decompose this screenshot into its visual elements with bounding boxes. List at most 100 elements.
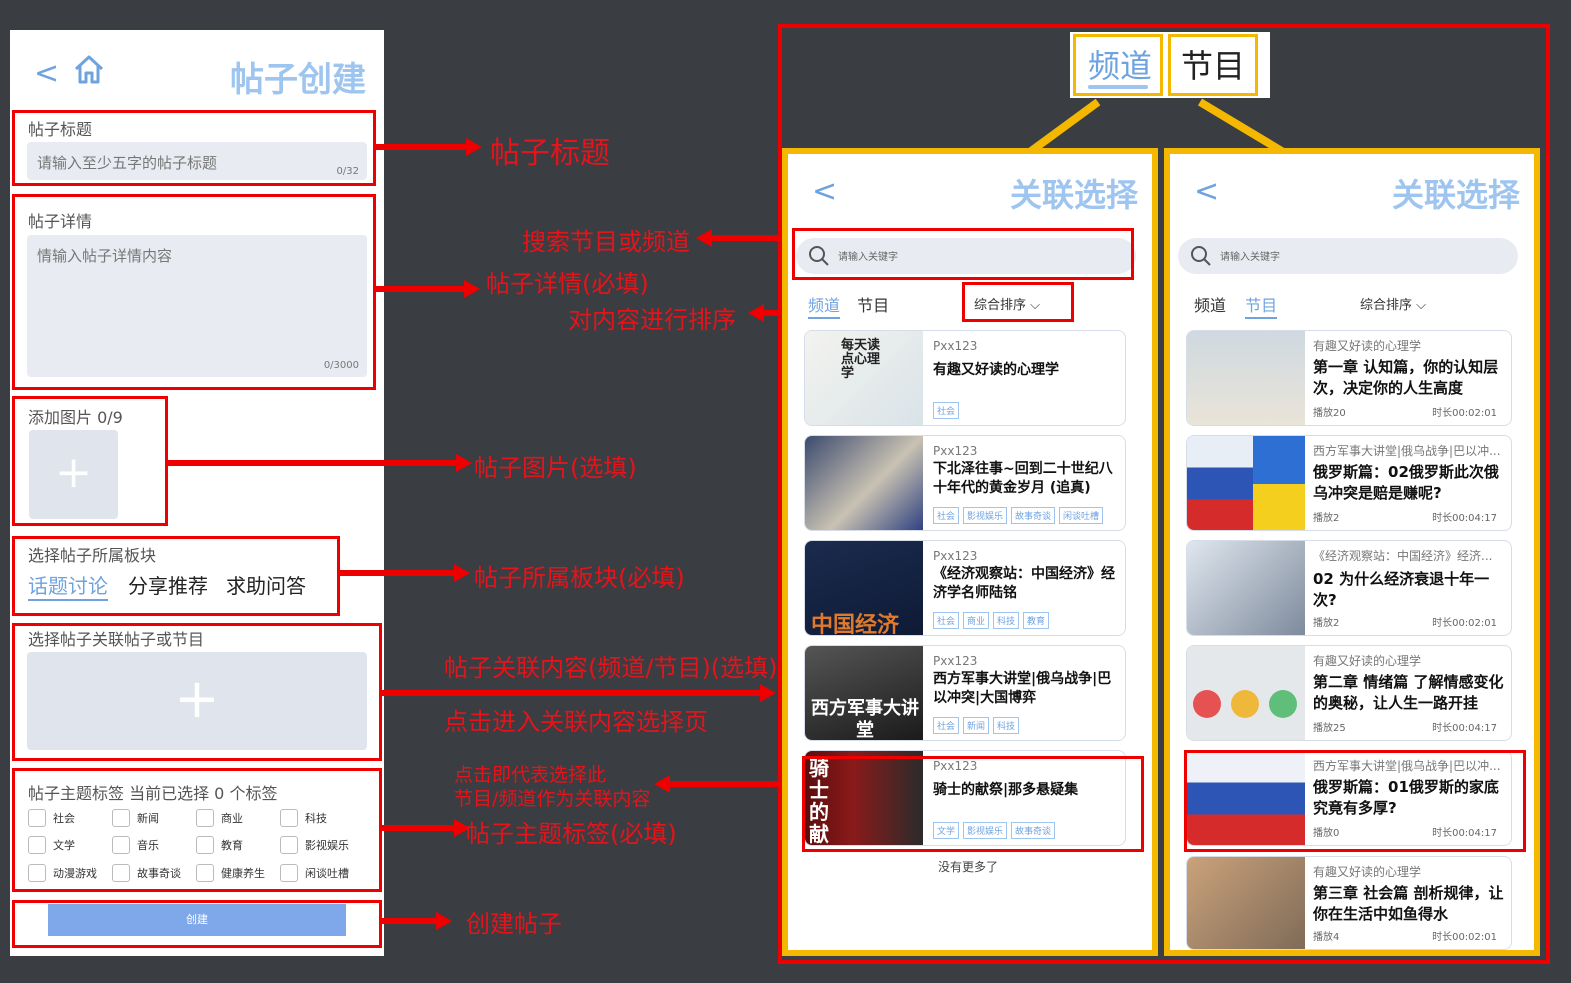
arrow-line	[382, 825, 456, 831]
annotation-post-title: 帖子标题	[490, 136, 610, 171]
program-duration: 时长00:04:17	[1432, 723, 1497, 734]
neutral-face-icon	[1231, 690, 1259, 718]
program-plays: 播放4	[1313, 932, 1340, 943]
sad-face-icon	[1193, 690, 1221, 718]
program-card[interactable]: 《经济观察站：中国经济》经济... 02 为什么经济衰退十年一次? 播放2 时长…	[1186, 540, 1512, 636]
tab-channel-label: 频道	[1088, 47, 1153, 85]
content-tabs: 频道 节目	[1194, 292, 1278, 319]
program-title: 俄罗斯篇：02俄罗斯此次俄乌冲突是赔是赚呢?	[1313, 463, 1499, 502]
channel-thumbnail: 中国经济	[805, 541, 923, 636]
arrow-head	[466, 138, 482, 156]
channel-card[interactable]: Pxx123 下北泽往事~回到二十世纪八十年代的黄金岁月 (追真) 社会 影视娱乐…	[804, 435, 1126, 531]
program-thumbnail	[1187, 857, 1305, 949]
annotation-sort: 对内容进行排序	[568, 306, 736, 334]
highlight-program-item	[1184, 750, 1526, 852]
tab-channel[interactable]: 频道	[1073, 34, 1163, 96]
highlight-tags	[12, 768, 382, 892]
channel-tags: 社会 影视娱乐 故事奇谈 闲谈吐槽	[933, 507, 1104, 524]
tab-underline	[1088, 85, 1148, 89]
tab-channel-inner[interactable]: 频道	[1194, 296, 1226, 315]
back-icon[interactable]: <	[1194, 174, 1219, 209]
program-card[interactable]: 有趣又好读的心理学 第二章 情绪篇 了解情感变化的奥秘，让人生一路开挂 播放25…	[1186, 645, 1512, 741]
search-placeholder: 请输入关键字	[1220, 252, 1280, 263]
highlight-title	[12, 110, 376, 186]
annotation-post-related: 帖子关联内容(频道/节目)(选填)	[444, 654, 778, 682]
channel-card[interactable]: 每天读点心理学 Pxx123 有趣又好读的心理学 社会	[804, 330, 1126, 426]
highlight-image	[12, 396, 168, 526]
thumb-text: 中国经济	[811, 613, 900, 636]
program-plays: 播放25	[1313, 723, 1346, 734]
tab-program[interactable]: 节目	[1168, 34, 1258, 96]
happy-face-icon	[1269, 690, 1297, 718]
program-plays: 播放2	[1313, 618, 1340, 629]
annotation-post-tags: 帖子主题标签(必填)	[466, 820, 677, 848]
channel-card[interactable]: 西方军事大讲堂 Pxx123 西方军事大讲堂|俄乌战争|巴以冲突|大国博弈 社会…	[804, 645, 1126, 741]
program-screen-title: 关联选择	[1391, 176, 1520, 214]
arrow-head	[454, 564, 470, 582]
channel-author: Pxx123	[933, 549, 978, 563]
program-duration: 时长00:04:17	[1432, 513, 1497, 524]
arrow-head	[464, 280, 480, 298]
program-plays: 播放20	[1313, 408, 1346, 419]
thumb-text: 西方军事大讲堂	[811, 698, 919, 741]
channel-thumbnail	[805, 436, 923, 530]
back-icon[interactable]: <	[34, 56, 59, 91]
program-channel: 西方军事大讲堂|俄乌战争|巴以冲...	[1313, 444, 1501, 458]
arrow-head	[456, 454, 472, 472]
channel-author: Pxx123	[933, 444, 978, 458]
program-channel: 有趣又好读的心理学	[1313, 339, 1422, 353]
channel-thumbnail: 每天读点心理学	[805, 331, 923, 425]
sort-dropdown[interactable]: 综合排序 ⌵	[1360, 294, 1426, 313]
channel-title: 西方军事大讲堂|俄乌战争|巴以冲突|大国博弈	[933, 671, 1112, 706]
channel-author: Pxx123	[933, 654, 978, 668]
program-channel: 《经济观察站：中国经济》经济...	[1313, 549, 1493, 563]
channel-thumbnail: 西方军事大讲堂	[805, 646, 923, 741]
program-thumbnail	[1187, 646, 1305, 740]
channel-author: Pxx123	[933, 339, 978, 353]
program-card[interactable]: 西方军事大讲堂|俄乌战争|巴以冲... 俄罗斯篇：02俄罗斯此次俄乌冲突是赔是赚…	[1186, 435, 1512, 531]
thumb-text: 每天读点心理学	[841, 338, 881, 381]
flag-overlay	[1253, 436, 1305, 530]
program-channel: 有趣又好读的心理学	[1313, 654, 1422, 668]
page-title: 帖子创建	[230, 60, 366, 100]
program-thumbnail	[1187, 436, 1305, 530]
search-icon	[1191, 246, 1211, 266]
program-card[interactable]: 有趣又好读的心理学 第三章 社会篇 剖析规律，让你在生活中如鱼得水 播放4 时长…	[1186, 856, 1512, 950]
list-footer: 没有更多了	[938, 860, 999, 874]
channel-title: 有趣又好读的心理学	[933, 362, 1059, 378]
annotation-post-section: 帖子所属板块(必填)	[474, 564, 685, 592]
program-card[interactable]: 有趣又好读的心理学 第一章 认知篇，你的认知层次，决定你的人生高度 播放20 时…	[1186, 330, 1512, 426]
annotation-select-1: 点击即代表选择此	[454, 764, 607, 786]
arrow-line	[376, 144, 468, 150]
program-title: 02 为什么经济衰退十年一次?	[1313, 570, 1490, 609]
channel-card[interactable]: 中国经济 Pxx123 《经济观察站：中国经济》经济学名师陆铭 社会 商业 科技 教育	[804, 540, 1126, 636]
content-tabs: 频道 节目	[808, 292, 889, 319]
highlight-detail	[12, 194, 376, 390]
channel-title: 下北泽往事~回到二十世纪八十年代的黄金岁月 (追真)	[933, 461, 1113, 496]
program-duration: 时长00:02:01	[1432, 932, 1497, 943]
highlight-section	[12, 536, 340, 616]
tab-program-label: 节目	[1181, 47, 1246, 85]
home-icon[interactable]	[72, 52, 106, 90]
program-thumbnail	[1187, 331, 1305, 425]
tab-program-inner[interactable]: 节目	[857, 296, 889, 315]
channel-tags: 社会 新闻 科技	[933, 717, 1020, 734]
highlight-search	[792, 228, 1134, 280]
back-icon[interactable]: <	[812, 174, 837, 209]
search-input[interactable]: 请输入关键字	[1178, 238, 1518, 274]
arrow-line	[376, 286, 466, 292]
channel-tags: 社会	[933, 402, 960, 419]
tab-program-inner[interactable]: 节目	[1245, 296, 1278, 319]
tab-channel-inner[interactable]: 频道	[808, 296, 841, 319]
arrow-line	[382, 690, 762, 696]
program-duration: 时长00:02:01	[1432, 408, 1497, 419]
program-title: 第二章 情绪篇 了解情感变化的奥秘，让人生一路开挂	[1313, 673, 1504, 712]
channel-screen-title: 关联选择	[1009, 176, 1138, 214]
arrow-head	[760, 684, 776, 702]
arrow-line	[382, 918, 438, 924]
arrow-head	[436, 912, 452, 930]
program-plays: 播放2	[1313, 513, 1340, 524]
highlight-relation	[12, 623, 382, 761]
sort-label: 综合排序	[1360, 298, 1413, 313]
arrow-line	[168, 460, 458, 466]
